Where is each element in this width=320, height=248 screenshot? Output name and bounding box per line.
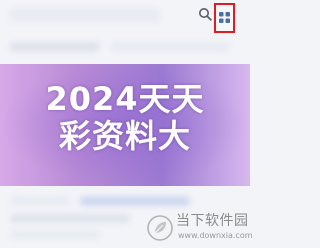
- watermark-url: www.downxia.com: [178, 231, 253, 240]
- grid-menu-button[interactable]: [214, 3, 235, 33]
- banner-title-line-1: 2024天天: [45, 80, 205, 118]
- site-watermark: 当下软件园 www.downxia.com: [146, 210, 253, 244]
- search-icon[interactable]: [198, 7, 212, 21]
- banner-title-line-2: 彩资料大: [58, 117, 191, 155]
- top-toolbar: [0, 0, 250, 36]
- leaf-logo-icon: [147, 215, 173, 241]
- banner-title: 2024天天 彩资料大: [0, 81, 250, 155]
- grid-icon: [219, 12, 230, 23]
- watermark-name: 当下软件园: [176, 213, 249, 229]
